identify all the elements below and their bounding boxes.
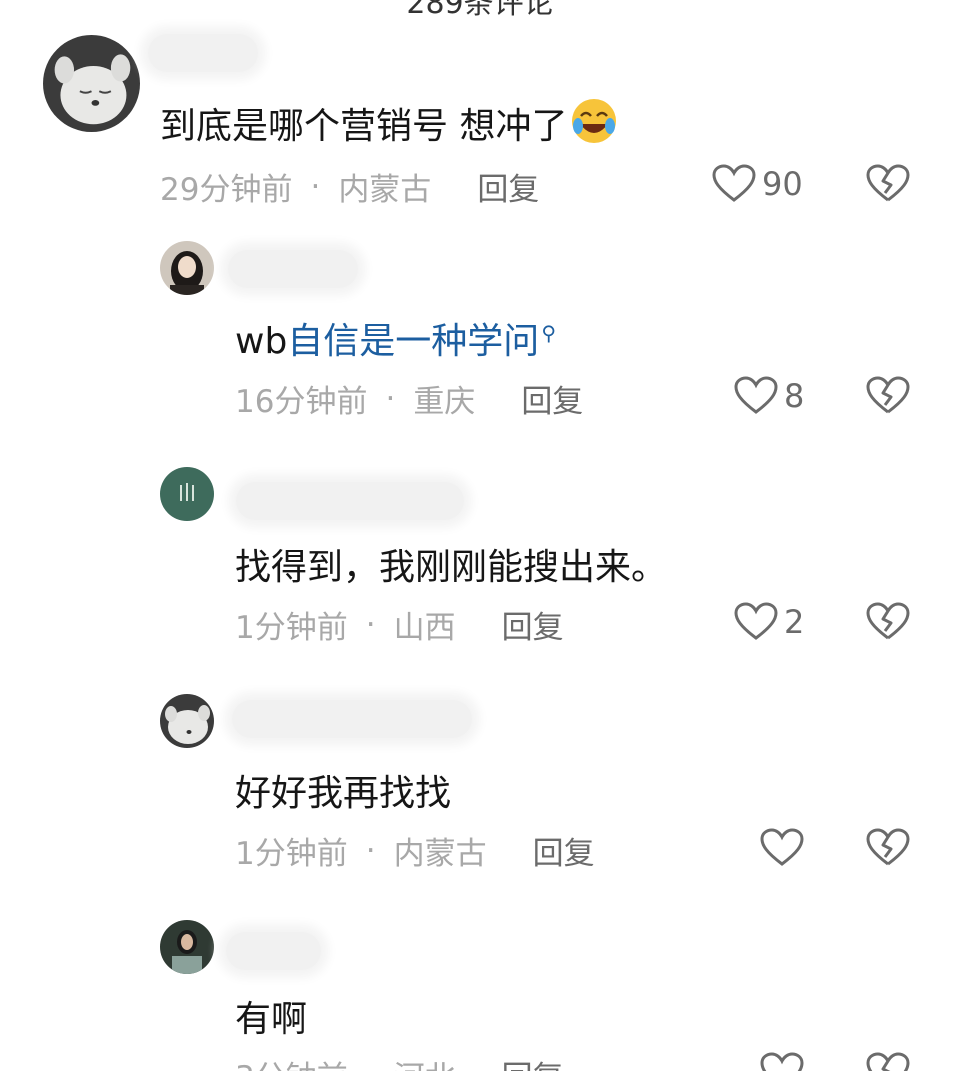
comment-text: 到底是哪个营销号 想冲了 [160, 96, 619, 149]
reply-button[interactable]: 回复 [521, 376, 583, 421]
comment-meta: 16分钟前 · 重庆 回复 [235, 376, 583, 421]
broken-heart-icon[interactable] [866, 1052, 910, 1071]
avatar[interactable] [160, 920, 214, 974]
comment-location: 河北 [394, 1052, 456, 1071]
search-icon[interactable]: ⚲ [541, 321, 556, 345]
search-keyword-link[interactable]: 自信是一种学问 [287, 321, 539, 362]
heart-icon [760, 1052, 804, 1071]
heart-icon [712, 164, 756, 202]
broken-heart-icon[interactable] [866, 828, 910, 868]
comment-location: 重庆 [413, 384, 476, 420]
username-blurred[interactable] [232, 700, 472, 738]
reply-button[interactable]: 回复 [502, 602, 564, 647]
reply-button[interactable]: 回复 [502, 1052, 564, 1071]
comment-text: 找得到，我刚刚能搜出来。 [235, 547, 668, 588]
comment-text: 有啊 [235, 999, 308, 1040]
heart-icon [760, 828, 804, 866]
comment-meta: 1分钟前 · 内蒙古 回复 [235, 828, 595, 873]
comment-time: 3分钟前 [235, 1052, 348, 1071]
avatar[interactable] [160, 467, 214, 521]
comment-text: wb自信是一种学问 ⚲ [235, 321, 556, 362]
like-button[interactable]: 2 [734, 602, 804, 642]
separator-dot: · [365, 606, 376, 643]
separator-dot: · [310, 168, 321, 205]
username-blurred[interactable] [228, 250, 358, 288]
comment-time: 16分钟前 [235, 384, 368, 420]
comment-location: 山西 [393, 610, 456, 646]
heart-icon [734, 376, 778, 414]
laughing-emoji-icon [572, 99, 617, 143]
like-count: 8 [784, 377, 805, 415]
like-button[interactable] [760, 828, 810, 868]
comment-meta: 29分钟前 · 内蒙古 回复 [160, 164, 539, 209]
separator-dot: · [366, 1057, 376, 1071]
heart-icon [734, 602, 778, 640]
like-button[interactable]: 8 [734, 376, 804, 416]
avatar[interactable] [160, 694, 214, 748]
reply-button[interactable]: 回复 [477, 164, 539, 209]
comment-list: 289条评论 到底是哪个营销号 想冲了 29分钟前 · 内蒙古 回复 90 wb… [0, 0, 960, 1071]
like-count: 90 [762, 165, 803, 203]
username-blurred[interactable] [236, 482, 464, 520]
reply-button[interactable]: 回复 [533, 828, 595, 873]
avatar[interactable] [43, 35, 140, 132]
comment-location: 内蒙古 [338, 172, 432, 208]
avatar[interactable] [160, 241, 214, 295]
like-button[interactable] [760, 1052, 810, 1071]
comment-time: 29分钟前 [160, 172, 293, 208]
broken-heart-icon[interactable] [866, 164, 910, 204]
comment-count-title: 289条评论 [406, 0, 554, 21]
separator-dot: · [385, 380, 396, 417]
comment-time: 1分钟前 [235, 836, 348, 872]
like-button[interactable]: 90 [712, 164, 803, 204]
comment-time: 1分钟前 [235, 610, 348, 646]
comment-meta: 1分钟前 · 山西 回复 [235, 602, 564, 647]
broken-heart-icon[interactable] [866, 376, 910, 416]
broken-heart-icon[interactable] [866, 602, 910, 642]
comment-text: 好好我再找找 [235, 773, 452, 814]
comment-location: 内蒙古 [393, 836, 487, 872]
like-count: 2 [784, 603, 805, 641]
username-blurred[interactable] [148, 34, 258, 72]
username-blurred[interactable] [226, 932, 321, 970]
comment-meta: 3分钟前 · 河北 回复 [235, 1052, 564, 1071]
separator-dot: · [365, 832, 376, 869]
